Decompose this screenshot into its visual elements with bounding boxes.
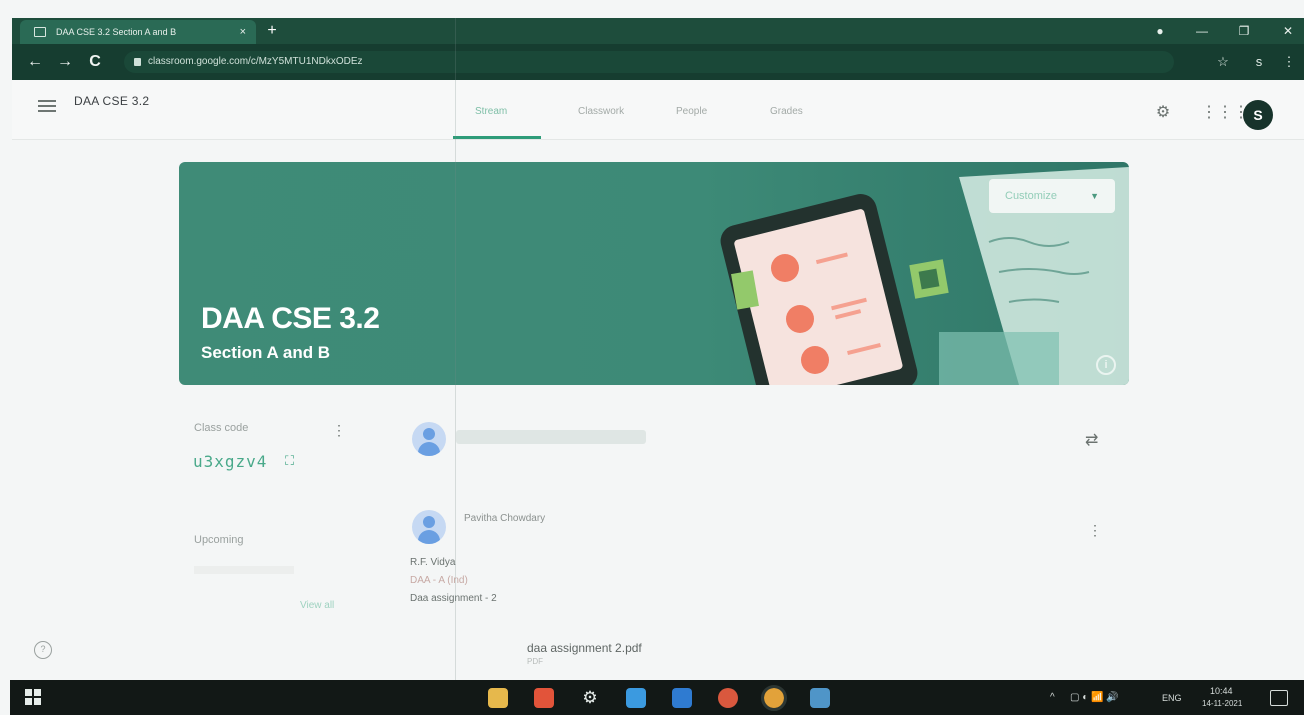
windows-taskbar: ⚙ ^ ▢ ◐ 📶 🔊 ENG 10:44 14-11-2021 [10,680,1304,715]
upcoming-placeholder [194,566,294,574]
class-banner: Customize ▼ DAA CSE 3.2 Section A and B … [179,162,1129,385]
url-field[interactable]: classroom.google.com/c/MzY5MTU1NDkxODEz [124,51,1174,73]
repost-swap-icon[interactable]: ⇄ [1085,430,1098,450]
settings-gear-icon[interactable]: ⚙ [580,688,600,708]
tab-people[interactable]: People [676,106,707,117]
upcoming-label: Upcoming [194,534,244,546]
notifications-icon[interactable] [1270,690,1288,706]
vscode-icon[interactable] [672,688,692,708]
tray-icons[interactable]: ▢ ◐ 📶 🔊 [1070,692,1119,703]
course-name[interactable]: DAA CSE 3.2 [74,94,149,108]
extension-icon[interactable]: s [1248,51,1270,73]
customize-caret-icon: ▼ [1090,191,1099,201]
help-feedback-icon[interactable]: ? [34,641,52,659]
file-explorer-icon[interactable] [488,688,508,708]
post-more-icon[interactable]: ⋮ [1088,521,1102,539]
tab-classwork[interactable]: Classwork [578,106,624,117]
post-author: Pavitha Chowdary [464,513,546,524]
class-code-more-icon[interactable]: ⋮ [332,421,346,439]
main-menu-icon[interactable] [38,100,56,114]
view-all-link[interactable]: View all [300,600,334,611]
bookmark-star-icon[interactable]: ☆ [1212,51,1234,73]
announce-input[interactable] [456,430,646,444]
forward-button[interactable]: → [54,51,76,73]
clock-time[interactable]: 10:44 [1210,686,1233,696]
browser-tab[interactable]: DAA CSE 3.2 Section A and B × [20,20,256,44]
restore-button[interactable]: ❐ [1230,18,1258,44]
browser-tab-strip: DAA CSE 3.2 Section A and B × + ● — ❐ ✕ [12,18,1304,44]
clock-date[interactable]: 14-11-2021 [1202,699,1242,708]
user-avatar-icon [412,422,446,456]
customize-label: Customize [1005,190,1057,202]
tab-grades[interactable]: Grades [770,106,803,117]
back-button[interactable]: ← [24,51,46,73]
browser-menu-icon[interactable]: ⋮ [1278,51,1300,73]
address-bar-row: ← → C classroom.google.com/c/MzY5MTU1NDk… [12,44,1304,80]
customize-button[interactable]: Customize ▼ [989,179,1115,213]
active-tab-indicator [453,136,541,139]
attachment-type: PDF [527,657,543,666]
tab-title: DAA CSE 3.2 Section A and B [56,27,177,37]
language-indicator[interactable]: ENG [1162,693,1182,703]
tab-stream[interactable]: Stream [475,106,507,117]
post-line-3: Daa assignment - 2 [410,593,497,604]
class-code-label: Class code [194,422,249,434]
chrome-active-icon[interactable] [761,685,787,711]
mail-icon[interactable] [626,688,646,708]
post-line-1: R.F. Vidya [410,557,456,568]
apps-grid-icon[interactable]: ⋮⋮⋮ [1201,102,1249,124]
close-window-button[interactable]: ✕ [1274,18,1302,44]
photos-icon[interactable] [810,688,830,708]
screen: DAA CSE 3.2 Section A and B × + ● — ❐ ✕ … [0,0,1304,715]
account-avatar[interactable]: S [1243,100,1273,130]
classroom-header: DAA CSE 3.2 Stream Classwork People Grad… [12,80,1304,140]
post-author-avatar-icon [412,510,446,544]
new-tab-button[interactable]: + [262,18,282,44]
class-info-icon[interactable]: i [1096,355,1116,375]
banner-title: DAA CSE 3.2 [201,302,380,335]
brave-browser-icon[interactable] [534,688,554,708]
lock-icon [134,58,141,66]
reload-button[interactable]: C [84,51,106,73]
tab-close-icon[interactable]: × [240,20,246,44]
minimize-button[interactable]: — [1188,18,1216,44]
class-code-value: u3xgzv4 [193,452,268,471]
post-line-2: DAA - A (Ind) [410,575,468,586]
display-code-fullscreen-icon[interactable]: ⛶ [285,453,294,469]
url-text: classroom.google.com/c/MzY5MTU1NDkxODEz [148,56,363,67]
banner-subtitle: Section A and B [201,343,331,362]
windows-start-icon[interactable] [24,688,44,708]
settings-gear-icon[interactable]: ⚙ [1152,102,1174,124]
profile-circle-icon[interactable]: ● [1146,18,1174,44]
attachment-title[interactable]: daa assignment 2.pdf [527,641,642,655]
classroom-favicon-icon [34,27,46,37]
tray-chevron-icon[interactable]: ^ [1050,692,1055,703]
chrome-icon[interactable] [718,688,738,708]
screen-glare-line [455,18,456,680]
